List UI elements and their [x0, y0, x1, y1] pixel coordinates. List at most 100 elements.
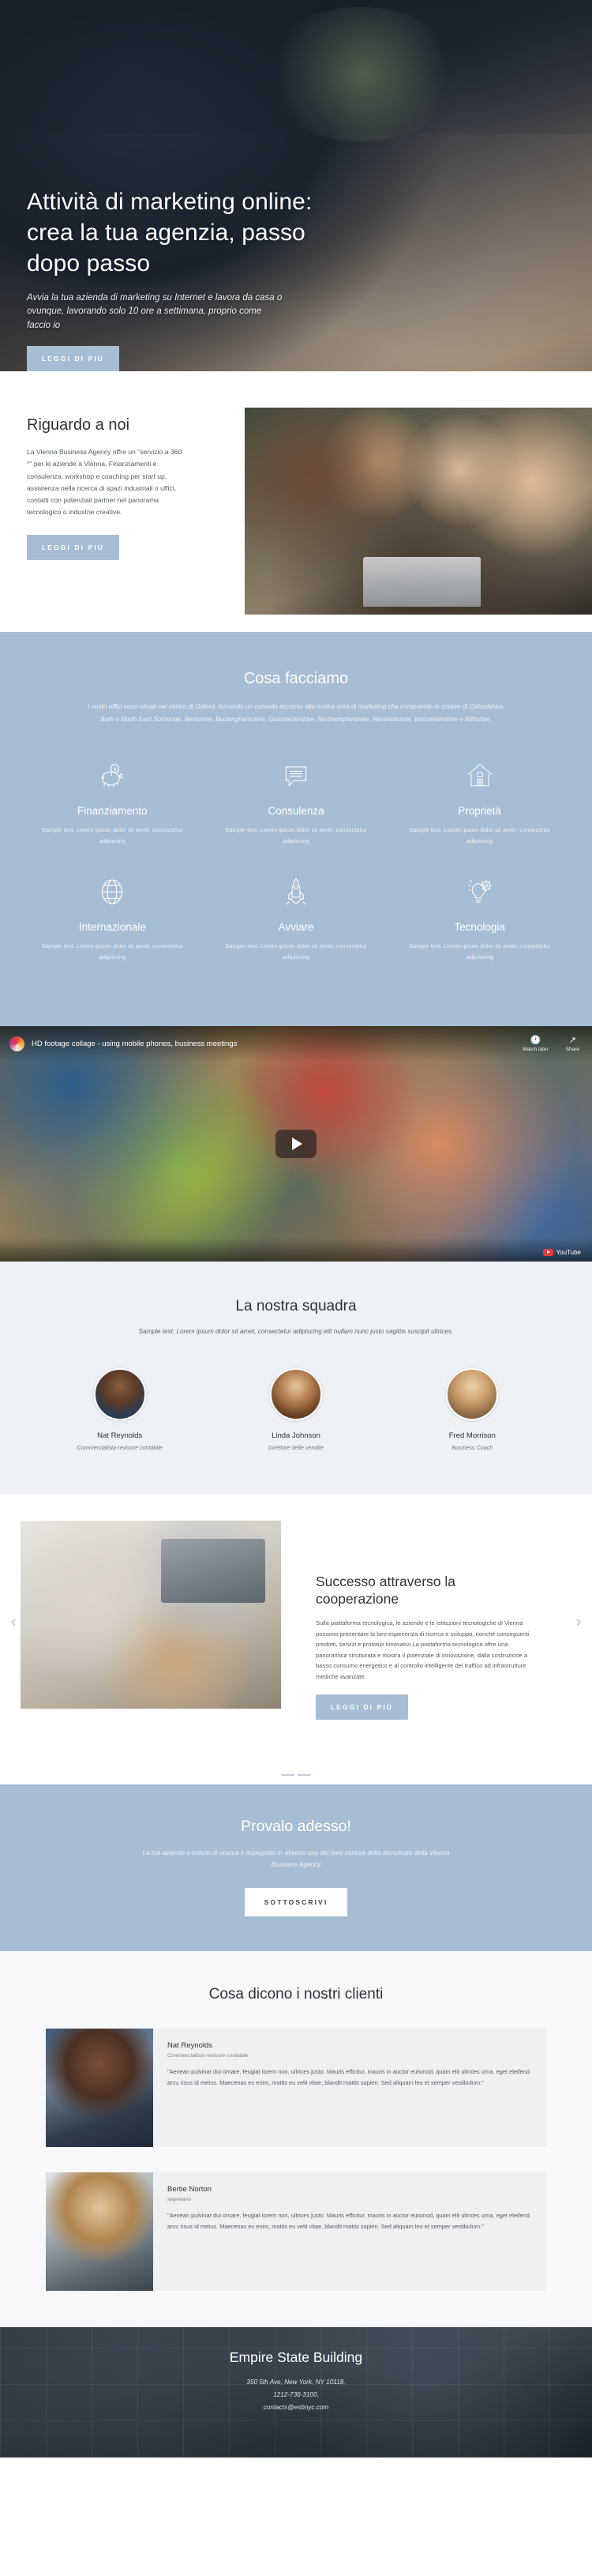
footer-address-line: 350 5th Ave, New York, NY 10118,: [246, 2379, 346, 2386]
cooperation-paragraph: Sulla piattaforma tecnologica, le aziend…: [316, 1619, 530, 1680]
services-title: Cosa facciamo: [243, 670, 349, 687]
testimonial-photo: [46, 2172, 153, 2292]
member-name: Nat Reynolds: [97, 1431, 143, 1440]
service-title: Proprietà: [458, 804, 502, 817]
footer-section: Empire State Building 350 5th Ave, New Y…: [0, 2327, 592, 2458]
member-role: Commercialista-revisore contabile: [77, 1443, 163, 1451]
youtube-label: YouTube: [556, 1249, 581, 1257]
cta-subtitle: La tua azienda o istituto di ricerca è i…: [142, 1849, 450, 1869]
cooperation-section: ‹ › Successo attraverso la cooperazione …: [0, 1493, 592, 1752]
carousel-prev-button[interactable]: ‹: [5, 1614, 22, 1631]
service-text: Sample text. Lorem ipsum dolor sit amet,…: [41, 942, 184, 961]
service-card-internazionale[interactable]: Internazionale Sample text. Lorem ipsum …: [21, 874, 204, 963]
team-section: La nostra squadra Sample text. Lorem ips…: [0, 1262, 592, 1494]
share-button[interactable]: ↗ Share: [566, 1036, 579, 1052]
avatar: [93, 1367, 146, 1420]
cooperation-title: Successo attraverso la cooperazione: [316, 1573, 456, 1608]
piggy-bank-icon: $: [35, 758, 190, 794]
video-section[interactable]: HD footage collage - using mobile phones…: [0, 1026, 592, 1262]
service-title: Avviare: [278, 921, 314, 934]
testimonial-quote: "Aenean pulvinar dui ornare, feugiat lor…: [167, 2212, 530, 2230]
section-divider: [0, 1751, 592, 1785]
divider-dash: [281, 1774, 294, 1777]
member-name: Fred Morrison: [448, 1431, 496, 1440]
cta-title: Provalo adesso!: [241, 1818, 351, 1836]
testimonial-card: Bertie Norton segretario "Aenean pulvina…: [46, 2172, 546, 2292]
footer-phone[interactable]: 1212-736-3100,: [0, 2389, 592, 2401]
team-member[interactable]: Linda Johnson Direttore delle vendite: [208, 1367, 384, 1451]
services-intro: I nostri uffici sono situati nel centro …: [87, 703, 505, 723]
footer-title: Empire State Building: [229, 2349, 363, 2366]
service-title: Finanziamento: [77, 804, 148, 817]
testimonial-name: Nat Reynolds: [167, 2041, 213, 2051]
service-text: Sample text. Lorem ipsum dolor sit amet,…: [225, 942, 367, 961]
carousel-next-button[interactable]: ›: [570, 1614, 587, 1631]
avatar: [269, 1367, 322, 1420]
about-paragraph: La Vienna Business Agency offre un "serv…: [27, 448, 182, 517]
team-members: Nat Reynolds Commercialista-revisore con…: [0, 1367, 592, 1451]
team-intro: Sample text. Lorem ipsum dolor sit amet,…: [138, 1328, 454, 1336]
team-member[interactable]: Nat Reynolds Commercialista-revisore con…: [32, 1367, 208, 1451]
service-text: Sample text. Lorem ipsum dolor sit amet,…: [408, 942, 551, 961]
video-brand-icon: [9, 1036, 24, 1051]
service-card-consulenza[interactable]: Consulenza Sample text. Lorem ipsum dolo…: [204, 758, 388, 847]
play-button[interactable]: [275, 1130, 317, 1159]
hero-section: Attività di marketing online: crea la tu…: [0, 0, 592, 371]
service-card-avviare[interactable]: Avviare Sample text. Lorem ipsum dolor s…: [204, 874, 388, 963]
service-text: Sample text. Lorem ipsum dolor sit amet,…: [41, 825, 184, 845]
cooperation-read-more-button[interactable]: LEGGI DI PIÙ: [316, 1694, 409, 1720]
clock-icon: 🕐: [530, 1035, 541, 1045]
share-icon: ↗: [568, 1035, 576, 1045]
svg-text:$: $: [114, 767, 117, 772]
services-section: Cosa facciamo I nostri uffici sono situa…: [0, 632, 592, 1027]
house-icon: [402, 758, 557, 794]
testimonials-section: Cosa dicono i nostri clienti Nat Reynold…: [0, 1951, 592, 2328]
subscribe-button[interactable]: SOTTOSCRIVI: [244, 1888, 348, 1917]
about-title: Riguardo a noi: [27, 416, 130, 434]
hero-read-more-button[interactable]: LEGGI DI PIÙ: [27, 345, 120, 371]
video-top-bar: HD footage collage - using mobile phones…: [0, 1026, 592, 1062]
service-title: Consulenza: [268, 804, 324, 817]
team-title: La nostra squadra: [235, 1298, 357, 1315]
landing-page: Attività di marketing online: crea la tu…: [0, 0, 592, 2458]
globe-icon: [35, 874, 190, 910]
divider-dash: [298, 1774, 311, 1777]
cooperation-photo: [21, 1520, 281, 1709]
video-title: HD footage collage - using mobile phones…: [32, 1039, 238, 1048]
watch-later-button[interactable]: 🕐 Watch later: [523, 1036, 549, 1052]
youtube-icon: [542, 1249, 553, 1257]
play-icon: [292, 1138, 302, 1151]
member-role: Direttore delle vendite: [268, 1443, 324, 1451]
testimonials-title: Cosa dicono i nostri clienti: [208, 1986, 384, 2003]
subscribe-cta-section: Provalo adesso! La tua azienda o istitut…: [0, 1784, 592, 1952]
about-photo: [245, 408, 592, 615]
member-role: Business Coach: [451, 1443, 493, 1451]
watch-later-label: Watch later: [523, 1046, 549, 1052]
testimonial-quote: "Aenean pulvinar dui ornare, feugiat lor…: [167, 2068, 530, 2086]
footer-email[interactable]: contacts@esbnyc.com: [0, 2401, 592, 2414]
hero-title: Attività di marketing online: crea la tu…: [27, 189, 313, 276]
service-title: Internazionale: [78, 921, 146, 934]
member-name: Linda Johnson: [272, 1431, 320, 1440]
services-grid: $ Finanziamento Sample text. Lorem ipsum…: [0, 758, 592, 990]
team-member[interactable]: Fred Morrison Business Coach: [384, 1367, 560, 1451]
testimonial-role: Commercialista-revisore contabile: [167, 2053, 249, 2059]
testimonial-role: segretario: [167, 2197, 192, 2203]
service-card-proprieta[interactable]: Proprietà Sample text. Lorem ipsum dolor…: [388, 758, 571, 847]
youtube-watermark[interactable]: YouTube: [542, 1249, 581, 1257]
lightbulb-gear-icon: [402, 874, 557, 910]
service-card-finanziamento[interactable]: $ Finanziamento Sample text. Lorem ipsum…: [21, 758, 204, 847]
about-read-more-button[interactable]: LEGGI DI PIÙ: [27, 534, 120, 560]
service-title: Tecnologia: [454, 921, 505, 934]
chat-bubble-icon: [219, 758, 374, 794]
testimonial-card: Nat Reynolds Commercialista-revisore con…: [46, 2029, 546, 2148]
share-label: Share: [565, 1046, 579, 1052]
service-card-tecnologia[interactable]: Tecnologia Sample text. Lorem ipsum dolo…: [388, 874, 571, 963]
about-section: Riguardo a noi La Vienna Business Agency…: [0, 371, 592, 632]
rocket-icon: [219, 874, 374, 910]
hero-subtitle: Avvia la tua azienda di marketing su Int…: [27, 293, 283, 330]
avatar: [446, 1367, 499, 1420]
testimonial-photo: [46, 2029, 153, 2148]
service-text: Sample text. Lorem ipsum dolor sit amet,…: [225, 825, 367, 845]
service-text: Sample text. Lorem ipsum dolor sit amet,…: [408, 825, 551, 845]
